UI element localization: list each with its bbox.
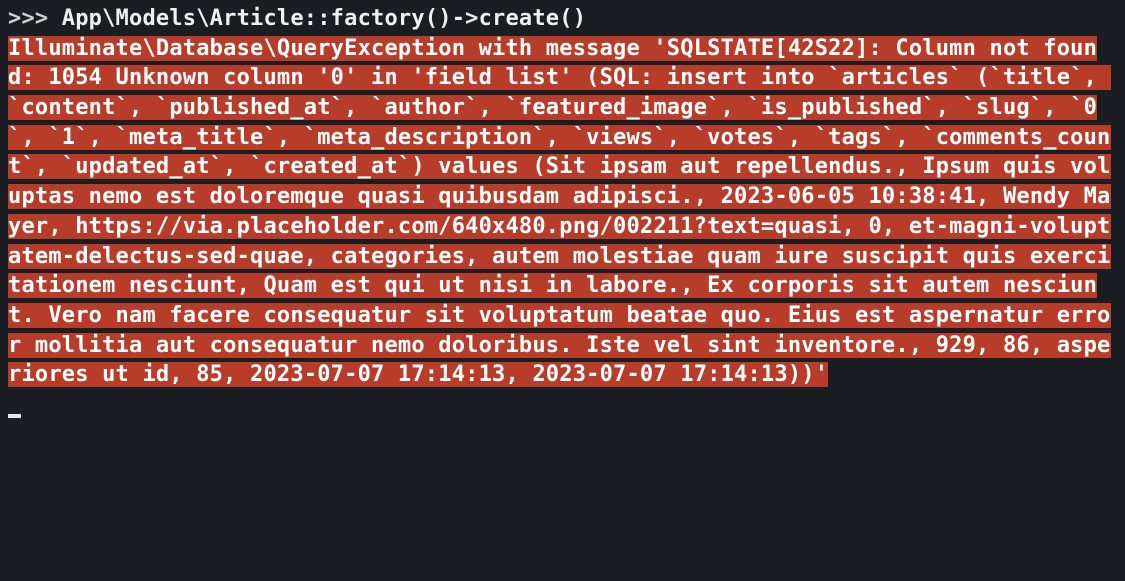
error-output: Illuminate\Database\QueryException with … [8, 36, 1111, 388]
prompt-symbol: >>> [8, 6, 62, 31]
terminal-input-line[interactable]: >>> App\Models\Article::factory()->creat… [8, 4, 1117, 34]
terminal-cursor [8, 414, 21, 418]
command-text: App\Models\Article::factory()->create() [62, 6, 586, 31]
